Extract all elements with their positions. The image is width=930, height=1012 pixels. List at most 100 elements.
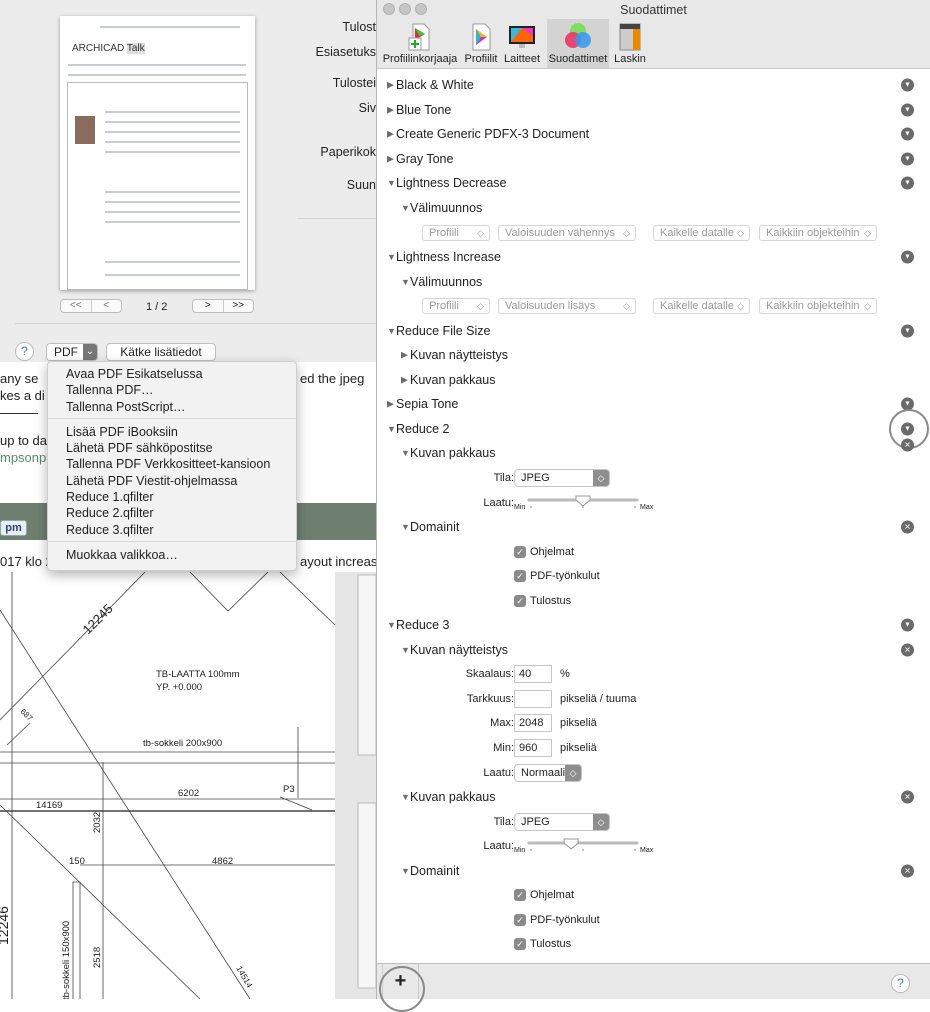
disclosure-collapsed-icon[interactable]: ▶ bbox=[387, 104, 394, 115]
menu-item[interactable]: Reduce 2.qfilter bbox=[48, 505, 296, 521]
help-button[interactable]: ? bbox=[891, 974, 910, 993]
pm-button[interactable]: pm bbox=[0, 520, 27, 536]
disclosure-expanded-icon[interactable]: ▼ bbox=[387, 178, 396, 188]
tab-suodattimet[interactable]: Suodattimet bbox=[547, 19, 609, 68]
popup-select[interactable]: Kaikkiin objekteihin ◇ bbox=[759, 298, 877, 315]
checkbox[interactable]: ✓ bbox=[514, 938, 526, 951]
checkbox[interactable]: ✓ bbox=[514, 570, 526, 583]
page-link[interactable]: mpsonp bbox=[0, 450, 46, 465]
last-page-button[interactable]: >> bbox=[222, 300, 254, 312]
tab-profiilit[interactable]: Profiilit bbox=[463, 19, 499, 68]
component-title[interactable]: Kuvan näytteistys bbox=[410, 348, 508, 362]
disclosure-expanded-icon[interactable]: ▼ bbox=[401, 448, 410, 458]
filter-actions-icon[interactable]: ▼ bbox=[901, 103, 914, 117]
page-nav-back[interactable]: << < bbox=[60, 299, 122, 313]
checkbox[interactable]: ✓ bbox=[514, 594, 526, 607]
disclosure-expanded-icon[interactable]: ▼ bbox=[387, 326, 396, 336]
sampling-input[interactable]: 2048 bbox=[514, 714, 552, 733]
sampling-input[interactable]: 960 bbox=[514, 739, 552, 758]
remove-component-icon[interactable]: ✕ bbox=[901, 438, 914, 452]
tab-profiilinkorjaaja[interactable]: Profiilinkorjaaja bbox=[381, 19, 459, 68]
disclosure-collapsed-icon[interactable]: ▶ bbox=[387, 153, 394, 164]
tab-laitteet[interactable]: Laitteet bbox=[503, 19, 541, 68]
disclosure-expanded-icon[interactable]: ▼ bbox=[401, 866, 410, 876]
disclosure-expanded-icon[interactable]: ▼ bbox=[401, 203, 410, 213]
first-page-button[interactable]: << bbox=[61, 300, 91, 312]
disclosure-expanded-icon[interactable]: ▼ bbox=[401, 522, 410, 532]
disclosure-collapsed-icon[interactable]: ▶ bbox=[401, 374, 408, 385]
pdf-menu-button[interactable]: PDF ⌄ bbox=[46, 343, 98, 361]
component-title[interactable]: Välimuunnos bbox=[410, 275, 482, 289]
help-button[interactable]: ? bbox=[15, 342, 34, 361]
disclosure-collapsed-icon[interactable]: ▶ bbox=[401, 350, 408, 361]
filter-actions-icon[interactable]: ▼ bbox=[901, 250, 914, 264]
filter-name[interactable]: Gray Tone bbox=[396, 152, 453, 166]
menu-item[interactable]: Muokkaa valikkoa… bbox=[48, 547, 296, 563]
menu-item[interactable]: Reduce 3.qfilter bbox=[48, 522, 296, 538]
disclosure-expanded-icon[interactable]: ▼ bbox=[387, 252, 396, 262]
remove-component-icon[interactable]: ✕ bbox=[901, 520, 914, 534]
checkbox[interactable]: ✓ bbox=[514, 889, 526, 902]
disclosure-collapsed-icon[interactable]: ▶ bbox=[387, 129, 394, 140]
menu-item[interactable]: Reduce 1.qfilter bbox=[48, 489, 296, 505]
checkbox[interactable]: ✓ bbox=[514, 545, 526, 558]
filter-name[interactable]: Reduce 2 bbox=[396, 422, 450, 436]
popup-select[interactable]: Profiili ◇ bbox=[422, 224, 490, 241]
disclosure-expanded-icon[interactable]: ▼ bbox=[387, 424, 396, 434]
quality-slider[interactable]: Min Max bbox=[514, 492, 659, 514]
filter-name[interactable]: Create Generic PDFX-3 Document bbox=[396, 127, 589, 141]
menu-item[interactable]: Lähetä PDF sähköpostitse bbox=[48, 440, 296, 456]
disclosure-collapsed-icon[interactable]: ▶ bbox=[387, 80, 394, 91]
filter-actions-icon[interactable]: ▼ bbox=[901, 176, 914, 190]
menu-item[interactable]: Tallenna PostScript… bbox=[48, 399, 296, 415]
disclosure-expanded-icon[interactable]: ▼ bbox=[401, 277, 410, 287]
filter-actions-icon[interactable]: ▼ bbox=[901, 78, 914, 92]
filter-name[interactable]: Blue Tone bbox=[396, 103, 451, 117]
mode-select[interactable]: JPEG ◇ bbox=[514, 812, 610, 831]
disclosure-collapsed-icon[interactable]: ▶ bbox=[387, 399, 394, 410]
component-title[interactable]: Domainit bbox=[410, 520, 459, 534]
disclosure-expanded-icon[interactable]: ▼ bbox=[387, 620, 396, 630]
mode-select[interactable]: JPEG ◇ bbox=[514, 469, 610, 488]
menu-item[interactable]: Lähetä PDF Viestit-ohjelmassa bbox=[48, 473, 296, 489]
popup-select[interactable]: Kaikkiin objekteihin ◇ bbox=[759, 224, 877, 241]
sampling-input[interactable] bbox=[514, 689, 552, 708]
popup-select[interactable]: Profiili ◇ bbox=[422, 298, 490, 315]
filter-actions-icon[interactable]: ▼ bbox=[901, 618, 914, 632]
disclosure-expanded-icon[interactable]: ▼ bbox=[401, 645, 410, 655]
hide-details-button[interactable]: Kätke lisätiedot bbox=[106, 343, 216, 361]
disclosure-expanded-icon[interactable]: ▼ bbox=[401, 792, 410, 802]
menu-item[interactable]: Tallenna PDF Verkkositteet-kansioon bbox=[48, 456, 296, 472]
sampling-input[interactable]: 40 bbox=[514, 665, 552, 684]
popup-select[interactable]: Valoisuuden lisäys ◇ bbox=[498, 298, 636, 315]
filter-name[interactable]: Lightness Increase bbox=[396, 250, 501, 264]
popup-select[interactable]: Kaikelle datalle ◇ bbox=[653, 298, 750, 315]
tab-laskin[interactable]: Laskin bbox=[611, 19, 649, 68]
filter-actions-icon[interactable]: ▼ bbox=[901, 127, 914, 141]
filter-name[interactable]: Reduce File Size bbox=[396, 324, 491, 338]
filter-name[interactable]: Lightness Decrease bbox=[396, 176, 506, 190]
next-page-button[interactable]: > bbox=[193, 300, 223, 312]
component-title[interactable]: Välimuunnos bbox=[410, 201, 482, 215]
menu-item[interactable]: Lisää PDF iBooksiin bbox=[48, 424, 296, 440]
quality-select[interactable]: Normaali ◇ bbox=[514, 763, 582, 782]
popup-select[interactable]: Kaikelle datalle ◇ bbox=[653, 224, 750, 241]
menu-item[interactable]: Avaa PDF Esikatselussa bbox=[48, 366, 296, 382]
remove-component-icon[interactable]: ✕ bbox=[901, 643, 914, 657]
menu-item[interactable]: Tallenna PDF… bbox=[48, 382, 296, 398]
checkbox[interactable]: ✓ bbox=[514, 913, 526, 926]
component-title[interactable]: Domainit bbox=[410, 864, 459, 878]
filter-name[interactable]: Sepia Tone bbox=[396, 397, 458, 411]
filter-actions-icon[interactable]: ▼ bbox=[901, 324, 914, 338]
filter-name[interactable]: Black & White bbox=[396, 78, 474, 92]
remove-component-icon[interactable]: ✕ bbox=[901, 864, 914, 878]
remove-component-icon[interactable]: ✕ bbox=[901, 790, 914, 804]
component-title[interactable]: Kuvan pakkaus bbox=[410, 790, 495, 804]
prev-page-button[interactable]: < bbox=[90, 300, 122, 312]
component-title[interactable]: Kuvan pakkaus bbox=[410, 373, 495, 387]
quality-slider[interactable]: Min Max bbox=[514, 835, 659, 857]
component-title[interactable]: Kuvan näytteistys bbox=[410, 643, 508, 657]
page-nav-forward[interactable]: > >> bbox=[192, 299, 254, 313]
filter-actions-icon[interactable]: ▼ bbox=[901, 152, 914, 166]
popup-select[interactable]: Valoisuuden vähennys ◇ bbox=[498, 224, 636, 241]
